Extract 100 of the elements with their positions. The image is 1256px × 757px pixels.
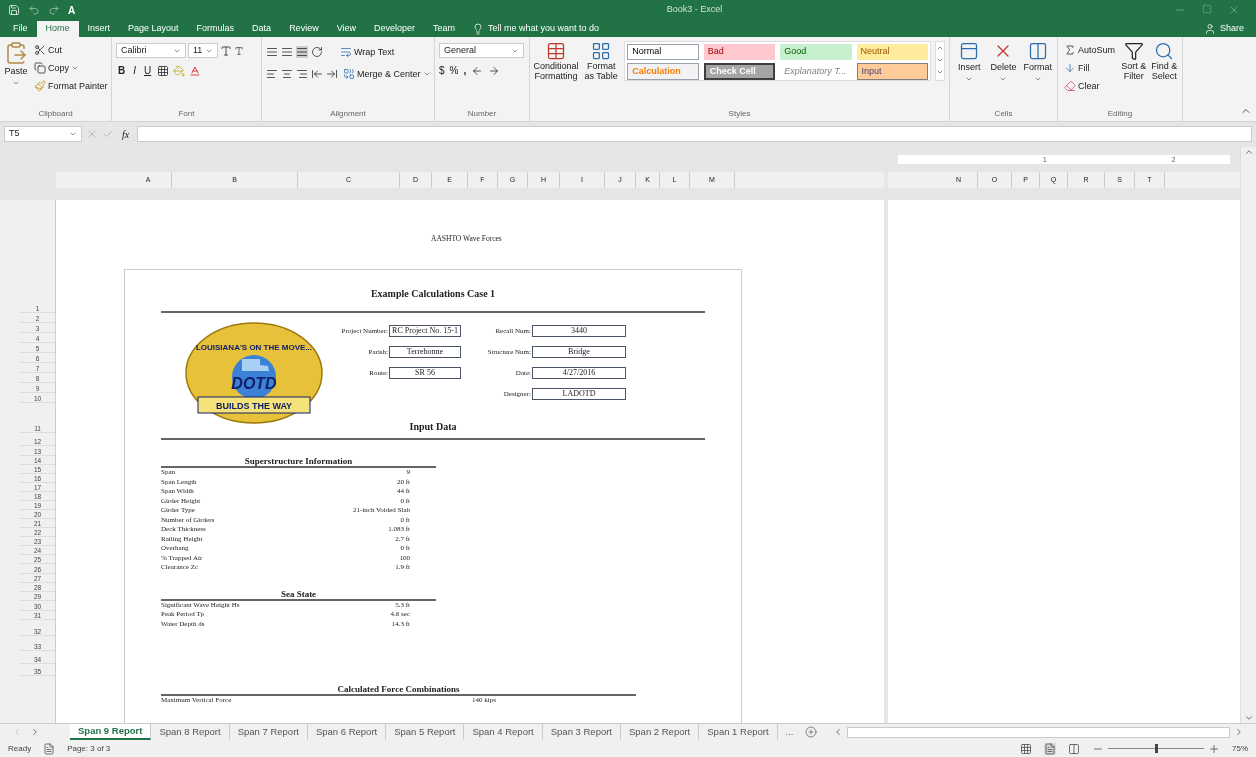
ribbon-tab[interactable]: Page Layout xyxy=(119,21,188,37)
zoom-in-icon xyxy=(1208,742,1220,755)
field-value: SR 56 xyxy=(389,367,461,380)
font-name-dropdown[interactable]: Calibri xyxy=(116,43,186,58)
ribbon-tab[interactable]: Home xyxy=(36,21,79,37)
ribbon-tab[interactable]: Team xyxy=(424,21,465,37)
table-grid-icon xyxy=(591,41,612,61)
paintbrush-icon xyxy=(34,80,46,92)
cells-button[interactable]: Delete xyxy=(988,41,1019,108)
ribbon-tab[interactable]: View xyxy=(327,21,365,37)
caret-icon xyxy=(71,64,79,72)
maximize-icon xyxy=(1202,4,1212,14)
ribbon-tab[interactable]: File xyxy=(4,21,37,37)
cut-button[interactable]: Cut xyxy=(32,41,110,59)
group-label: Cells xyxy=(993,108,1014,120)
paste-button[interactable]: Paste xyxy=(4,41,28,108)
cells-button[interactable]: Format xyxy=(1022,41,1053,108)
field-value: RC Project No. 15-1 xyxy=(389,325,461,338)
insert-function-label[interactable]: fx xyxy=(118,126,134,142)
conditional-formatting-button[interactable]: Conditional Formatting xyxy=(534,41,578,108)
font-size-dropdown[interactable]: 11 xyxy=(188,43,218,58)
enter-icon xyxy=(102,128,114,140)
table-icon xyxy=(546,41,566,61)
zoom-level: 75% xyxy=(1232,742,1248,755)
horizontal-scrollbar[interactable] xyxy=(833,724,1244,740)
align-bottom-icon xyxy=(296,46,308,58)
fill-icon xyxy=(1064,62,1076,74)
increase-indent-icon xyxy=(326,68,338,80)
align-top-icon xyxy=(266,46,278,58)
zoom-slider-thumb[interactable] xyxy=(1155,744,1158,753)
clipboard-icon xyxy=(4,41,28,65)
vertical-scrollbar[interactable] xyxy=(1240,147,1256,723)
copy-button[interactable]: Copy xyxy=(32,59,110,77)
previous-sheet-icon xyxy=(12,727,22,737)
group-label: Alignment xyxy=(329,108,367,120)
borders-icon xyxy=(157,64,170,77)
person-icon xyxy=(1203,23,1216,35)
underline-button[interactable]: U xyxy=(142,63,154,78)
tell-me-search[interactable]: Tell me what you want to do xyxy=(464,21,608,37)
group-label: Editing xyxy=(1106,108,1134,120)
fill-button[interactable]: Fill xyxy=(1062,59,1118,77)
ribbon-tab[interactable]: Review xyxy=(280,21,328,37)
normal-view-icon xyxy=(1020,742,1032,755)
insert-icon xyxy=(959,41,980,61)
autosum-button[interactable]: AutoSum xyxy=(1062,41,1118,59)
table-title: Sea State xyxy=(279,588,318,599)
currency-button[interactable]: $ xyxy=(439,63,445,78)
share-button[interactable]: Share xyxy=(1195,21,1252,37)
ribbon-tab[interactable]: Developer xyxy=(365,21,425,37)
group-label: Font xyxy=(177,108,196,120)
search-icon xyxy=(1154,41,1175,61)
sigma-icon xyxy=(1064,44,1076,56)
field-value: Terrebonne xyxy=(389,346,461,359)
filter-icon xyxy=(1123,41,1144,61)
group-label: Styles xyxy=(727,108,752,120)
page-count: Page: 3 of 3 xyxy=(67,742,111,755)
wrap-text-button[interactable]: Wrap Text xyxy=(338,43,397,61)
ribbon-tab[interactable]: Insert xyxy=(78,21,120,37)
format-as-table-button[interactable]: Format as Table xyxy=(582,41,621,108)
report-title: Example Calculations Case 1 xyxy=(369,287,497,302)
sheet-tab[interactable]: Span 9 Report xyxy=(70,724,152,740)
ribbon-tab[interactable]: Formulas xyxy=(187,21,244,37)
sort-filter-button[interactable]: Sort & Filter xyxy=(1121,41,1147,108)
number-format-dropdown[interactable]: General xyxy=(439,43,524,58)
cell-style[interactable]: Bad xyxy=(703,44,776,60)
percent-button[interactable]: % xyxy=(449,63,459,78)
comma-button[interactable]: , xyxy=(463,63,467,78)
lightbulb-icon xyxy=(472,23,485,35)
more-sheets-button[interactable]: ... xyxy=(777,724,802,740)
copy-icon xyxy=(34,62,46,74)
italic-button[interactable]: I xyxy=(131,63,138,78)
scroll-up-icon xyxy=(1243,147,1254,157)
orientation-icon xyxy=(311,46,323,58)
logo-banner-text: BUILDS THE WAY xyxy=(215,401,293,412)
decrease-indent-icon xyxy=(311,68,323,80)
eraser-icon xyxy=(1064,80,1076,92)
cell-style[interactable]: Neutral xyxy=(856,44,928,60)
find-select-button[interactable]: Find & Select xyxy=(1150,41,1178,108)
group-label: Clipboard xyxy=(37,108,74,120)
bold-button[interactable]: B xyxy=(116,63,128,78)
cells-button[interactable]: Insert xyxy=(954,41,985,108)
shrink-font-icon xyxy=(234,45,244,56)
clear-button[interactable]: Clear xyxy=(1062,77,1118,95)
status-text: Ready xyxy=(8,742,32,755)
page-layout-view-icon xyxy=(1044,742,1056,755)
formula-input[interactable] xyxy=(137,126,1252,142)
name-box[interactable]: T5 xyxy=(4,126,82,142)
cell-style[interactable]: Good xyxy=(780,44,852,60)
format-painter-button[interactable]: Format Painter xyxy=(32,77,110,95)
ribbon-tab[interactable]: Data xyxy=(243,21,281,37)
fill-color-icon xyxy=(173,64,186,77)
next-sheet-icon xyxy=(30,727,40,737)
merge-icon xyxy=(343,68,355,80)
save-icon xyxy=(8,4,20,16)
align-middle-icon xyxy=(281,46,293,58)
merge-center-button[interactable]: Merge & Center xyxy=(341,65,433,83)
cell-style[interactable]: Normal xyxy=(627,44,699,60)
cell-style[interactable]: Input xyxy=(856,62,928,80)
font-color-quick-button[interactable]: A xyxy=(68,2,76,18)
field-value: 3440 xyxy=(532,325,626,338)
